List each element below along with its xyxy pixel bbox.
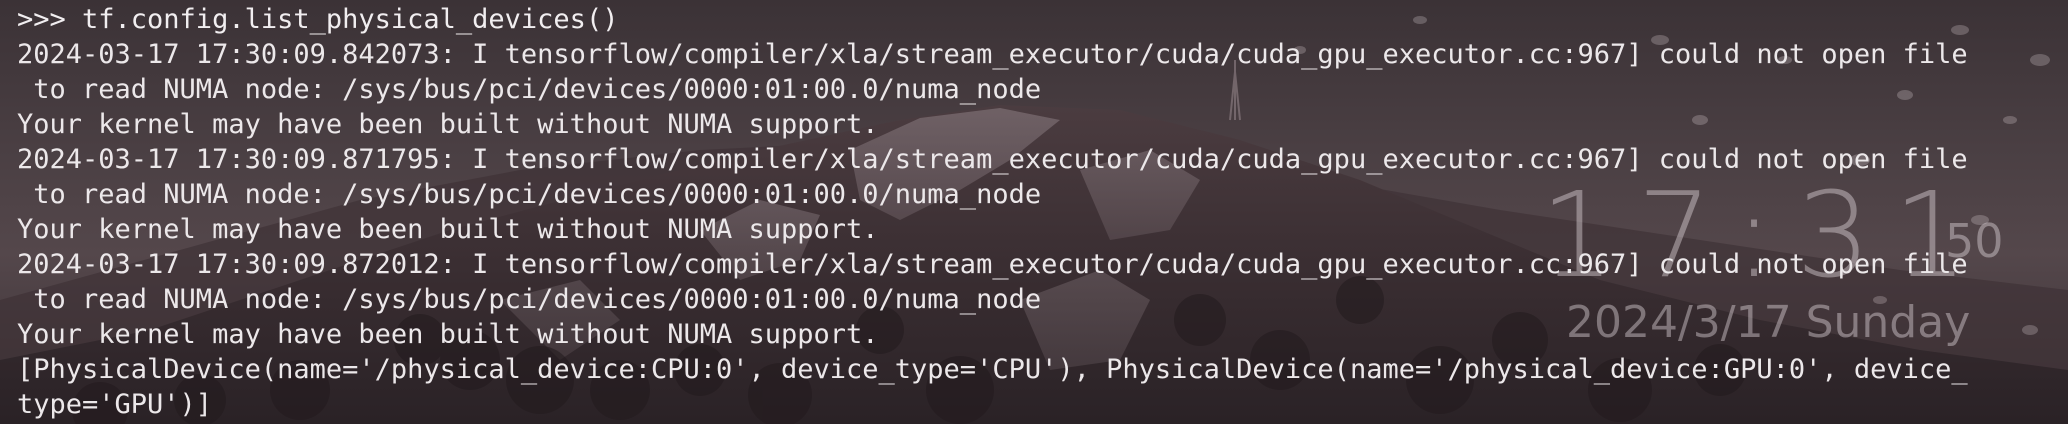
desktop-screen: 17:31 50 2024/3/17 Sunday >>> tf.config.…	[0, 0, 2068, 424]
terminal-line: [PhysicalDevice(name='/physical_device:C…	[17, 354, 1968, 385]
terminal-line: Your kernel may have been built without …	[17, 214, 879, 245]
terminal-line: type='GPU')]	[17, 389, 213, 420]
terminal-line-prompt: >>> tf.config.list_physical_devices()	[17, 4, 619, 35]
terminal-line: to read NUMA node: /sys/bus/pci/devices/…	[17, 179, 1042, 210]
terminal-line: to read NUMA node: /sys/bus/pci/devices/…	[17, 284, 1042, 315]
terminal-line: 2024-03-17 17:30:09.871795: I tensorflow…	[17, 144, 1968, 175]
terminal-line: Your kernel may have been built without …	[17, 319, 879, 350]
terminal-line: 2024-03-17 17:30:09.872012: I tensorflow…	[17, 249, 1968, 280]
terminal-line: Your kernel may have been built without …	[17, 109, 879, 140]
terminal-line: 2024-03-17 17:30:09.842073: I tensorflow…	[17, 39, 1968, 70]
terminal-output[interactable]: >>> tf.config.list_physical_devices() 20…	[0, 0, 2068, 424]
terminal-line: to read NUMA node: /sys/bus/pci/devices/…	[17, 74, 1042, 105]
